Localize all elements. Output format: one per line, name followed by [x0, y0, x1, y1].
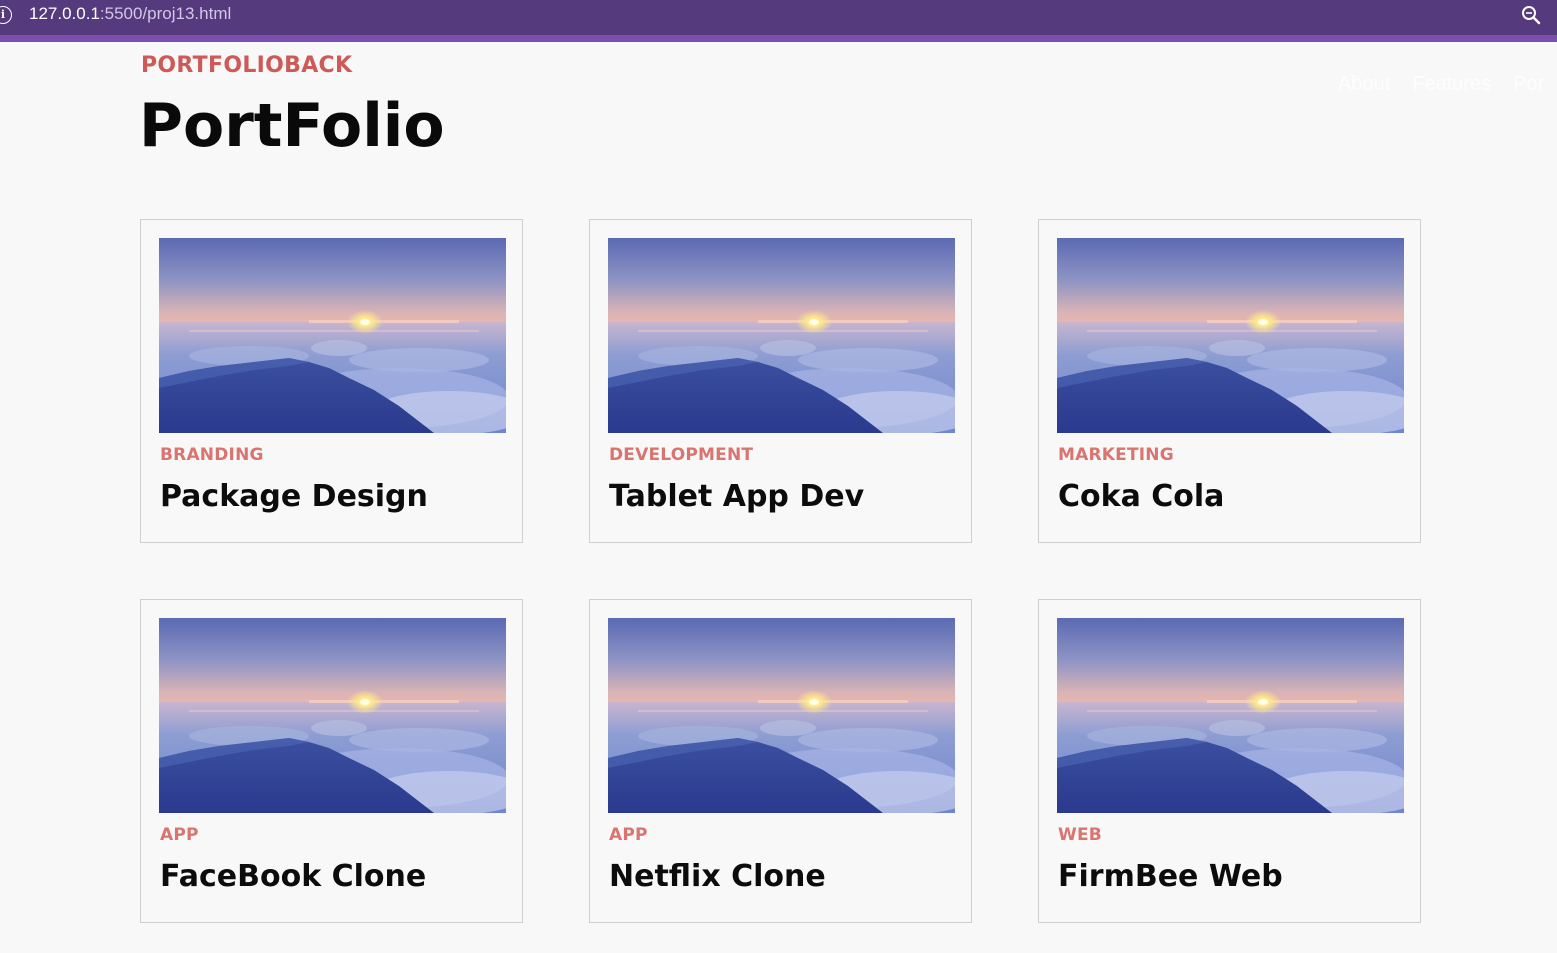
- portfolio-card[interactable]: APP FaceBook Clone: [140, 599, 523, 923]
- card-title[interactable]: FirmBee Web: [1058, 859, 1283, 895]
- zoom-icon[interactable]: [1521, 5, 1541, 25]
- card-title[interactable]: Tablet App Dev: [609, 479, 864, 515]
- card-category: APP: [609, 825, 648, 845]
- card-thumbnail: [1057, 618, 1404, 813]
- card-category: APP: [160, 825, 199, 845]
- browser-address-bar[interactable]: i 127.0.0.1:5500/proj13.html: [0, 0, 1557, 42]
- top-nav: About Features Por: [1338, 72, 1544, 96]
- url-path: :5500/proj13.html: [99, 4, 232, 23]
- portfolio-card[interactable]: MARKETING Coka Cola: [1038, 219, 1421, 543]
- brand-logo[interactable]: PORTFOLIOBACK: [141, 53, 352, 79]
- portfolio-card[interactable]: BRANDING Package Design: [140, 219, 523, 543]
- portfolio-card[interactable]: WEB FirmBee Web: [1038, 599, 1421, 923]
- card-thumbnail: [159, 238, 506, 433]
- portfolio-card[interactable]: APP Netflix Clone: [589, 599, 972, 923]
- card-title[interactable]: FaceBook Clone: [160, 859, 426, 895]
- card-title[interactable]: Netflix Clone: [609, 859, 826, 895]
- card-thumbnail: [1057, 238, 1404, 433]
- page-title: PortFolio: [139, 91, 445, 161]
- card-category: DEVELOPMENT: [609, 445, 754, 465]
- url-host: 127.0.0.1: [29, 4, 100, 23]
- nav-link-portfolio[interactable]: Por: [1513, 72, 1544, 96]
- card-thumbnail: [159, 618, 506, 813]
- url-field[interactable]: 127.0.0.1:5500/proj13.html: [29, 4, 231, 24]
- card-category: WEB: [1058, 825, 1102, 845]
- card-category: BRANDING: [160, 445, 264, 465]
- info-icon[interactable]: i: [0, 6, 12, 24]
- portfolio-card[interactable]: DEVELOPMENT Tablet App Dev: [589, 219, 972, 543]
- nav-link-features[interactable]: Features: [1412, 72, 1491, 96]
- card-thumbnail: [608, 238, 955, 433]
- card-title[interactable]: Package Design: [160, 479, 428, 515]
- nav-link-about[interactable]: About: [1338, 72, 1390, 96]
- card-thumbnail: [608, 618, 955, 813]
- card-category: MARKETING: [1058, 445, 1174, 465]
- card-title[interactable]: Coka Cola: [1058, 479, 1224, 515]
